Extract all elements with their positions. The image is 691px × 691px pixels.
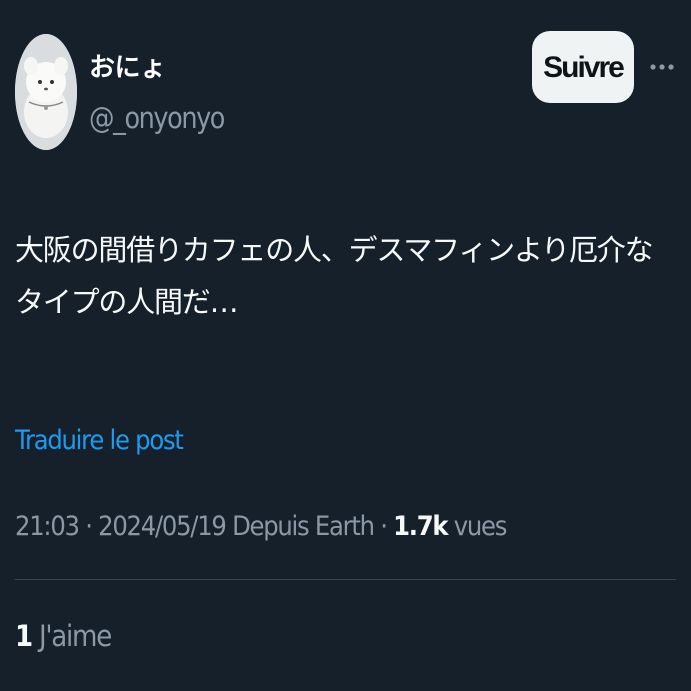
likes-count: 1 (15, 619, 33, 653)
tweet-metadata: 21:03 · 2024/05/19 Depuis Earth · 1.7k v… (15, 508, 508, 546)
display-name[interactable]: おにょ (89, 50, 166, 86)
tweet-source: Depuis Earth (232, 511, 375, 542)
views-count: 1.7k (393, 511, 448, 542)
plush-toy-avatar-icon (15, 34, 77, 150)
likes-stat[interactable]: 1 J'aime (15, 617, 112, 655)
tweet-date[interactable]: 2024/05/19 (98, 511, 227, 542)
views-label: vues (453, 511, 508, 542)
likes-label: J'aime (38, 619, 112, 653)
meta-separator: · (85, 511, 93, 542)
follow-button[interactable]: Suivre (532, 31, 634, 103)
avatar[interactable] (15, 34, 77, 150)
tweet-time[interactable]: 21:03 (15, 511, 80, 542)
more-options-button[interactable] (647, 54, 677, 80)
meta-separator: · (380, 511, 388, 542)
divider (15, 579, 676, 580)
translate-post-link[interactable]: Traduire le post (15, 422, 184, 460)
tweet-text: 大阪の間借りカフェの人、デスマフィンより厄介なタイプの人間だ… (15, 233, 654, 319)
user-handle[interactable]: @_onyonyo (89, 99, 225, 137)
more-horizontal-icon (650, 64, 674, 70)
